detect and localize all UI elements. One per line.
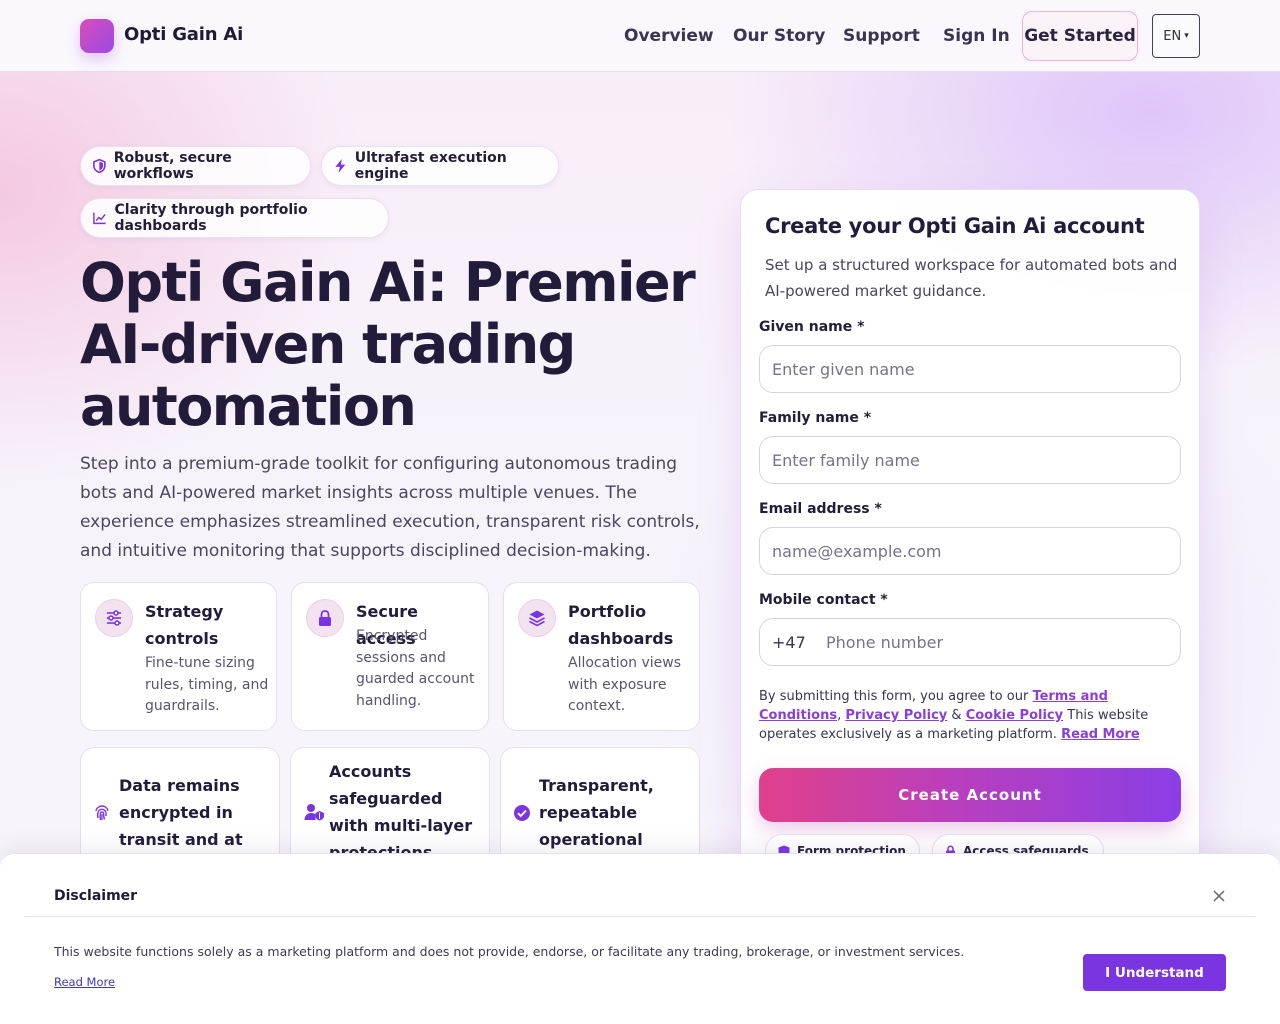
disclaimer-text: This website functions solely as a marke…	[54, 944, 965, 959]
consent-text: By submitting this form, you agree to ou…	[759, 687, 1184, 744]
form-title: Create your Opti Gain Ai account	[765, 214, 1145, 238]
check-circle-icon	[514, 805, 530, 821]
country-code-prefix[interactable]: +47	[772, 633, 806, 652]
site-header: Opti Gain Ai Overview Our Story Support …	[0, 0, 1280, 72]
language-selector[interactable]: EN ▾	[1152, 14, 1200, 58]
understand-button[interactable]: I Understand	[1083, 954, 1226, 991]
shield-icon	[93, 158, 106, 174]
brand-name[interactable]: Opti Gain Ai	[124, 24, 243, 45]
email-label: Email address *	[759, 501, 882, 517]
hero-pill-label: Robust, secure workflows	[113, 150, 232, 182]
feature-title: Strategy controls	[145, 602, 224, 648]
consent-ampersand: &	[951, 708, 962, 723]
logo-icon[interactable]	[80, 19, 114, 53]
hero-pill-label: Ultrafast execution engine	[354, 150, 507, 182]
email-input[interactable]	[759, 527, 1181, 575]
consent-read-more-link[interactable]: Read More	[1061, 727, 1140, 742]
feature-title: Portfolio dashboards	[568, 602, 674, 648]
mobile-input[interactable]	[820, 620, 1170, 664]
disclaimer-title: Disclaimer	[54, 888, 138, 904]
nav-overview[interactable]: Overview	[624, 26, 714, 46]
nav-our-story[interactable]: Our Story	[733, 26, 825, 46]
form-subtitle: Set up a structured workspace for automa…	[765, 256, 1178, 300]
layers-icon	[518, 599, 556, 637]
hero-description: Step into a premium-grade toolkit for co…	[80, 454, 700, 561]
hero-title: Opti Gain Ai: Premier AI-driven trading …	[80, 251, 696, 438]
feature-description: Fine-tune sizing rules, timing, and guar…	[145, 655, 269, 714]
family-name-label: Family name *	[759, 410, 872, 426]
lightning-icon	[335, 159, 346, 173]
feature-card-portfolio: Portfolio dashboards Allocation views wi…	[503, 582, 700, 731]
disclaimer-read-more-link[interactable]: Read More	[54, 975, 115, 989]
feature-description: Encrypted sessions and guarded account h…	[356, 628, 475, 709]
divider	[24, 916, 1256, 917]
mobile-field: +47	[759, 618, 1181, 666]
hero-pill-dashboards: Clarity through portfolio dashboards	[80, 198, 389, 238]
lock-icon	[306, 599, 344, 637]
language-label: EN	[1163, 28, 1182, 44]
security-title: Accounts safeguarded with multi-layer pr…	[329, 762, 473, 862]
disclaimer-banner: Disclaimer This website functions solely…	[0, 853, 1280, 1024]
given-name-label: Given name *	[759, 319, 865, 335]
feature-card-strategy: Strategy controls Fine-tune sizing rules…	[80, 582, 277, 731]
chevron-down-icon: ▾	[1184, 31, 1189, 41]
hero-pill-secure: Robust, secure workflows	[80, 146, 311, 186]
privacy-link[interactable]: Privacy Policy	[845, 708, 947, 723]
hero-pill-label: Clarity through portfolio dashboards	[114, 202, 308, 234]
chart-line-icon	[93, 212, 106, 225]
consent-prefix: By submitting this form, you agree to ou…	[759, 689, 1029, 704]
family-name-input[interactable]	[759, 436, 1181, 484]
given-name-input[interactable]	[759, 345, 1181, 393]
consent-comma: ,	[837, 708, 842, 723]
feature-description: Allocation views with exposure context.	[568, 655, 681, 714]
cookie-link[interactable]: Cookie Policy	[966, 708, 1063, 723]
create-account-button[interactable]: Create Account	[759, 768, 1181, 822]
hero-pill-speed: Ultrafast execution engine	[321, 146, 559, 186]
nav-sign-in[interactable]: Sign In	[943, 26, 1010, 46]
sliders-icon	[95, 599, 133, 637]
fingerprint-icon	[95, 805, 109, 821]
get-started-button[interactable]: Get Started	[1022, 11, 1138, 61]
close-icon[interactable]	[1209, 886, 1229, 906]
user-shield-icon	[304, 804, 324, 821]
mobile-label: Mobile contact *	[759, 592, 888, 608]
nav-support[interactable]: Support	[843, 26, 920, 46]
feature-card-secure-access: Secure access Encrypted sessions and gua…	[291, 582, 489, 731]
